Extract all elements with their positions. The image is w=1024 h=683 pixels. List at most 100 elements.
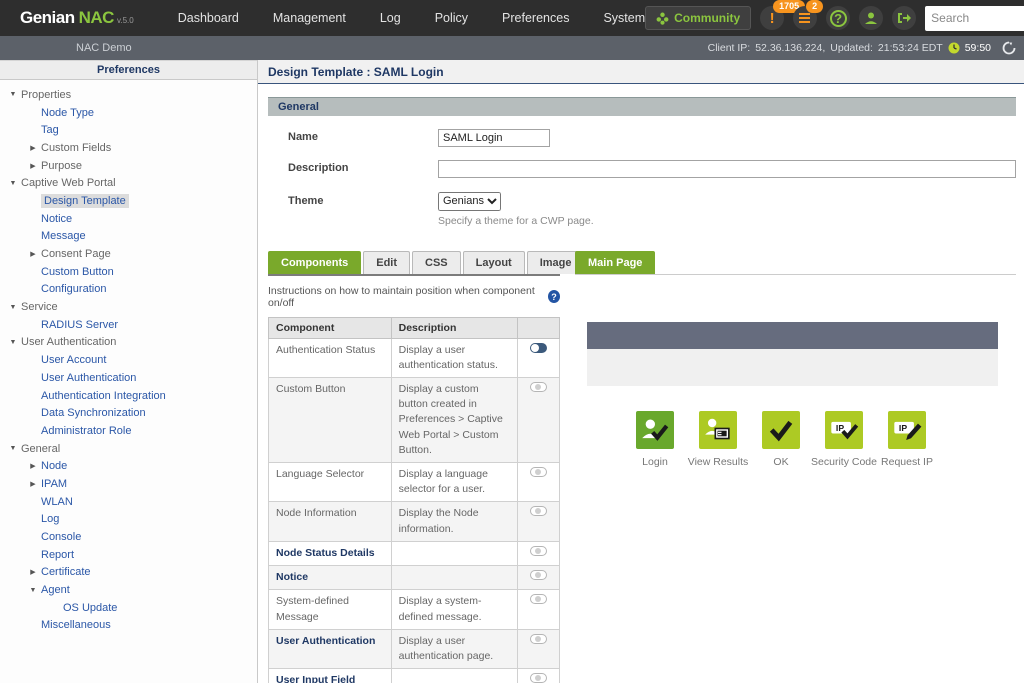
table-row: System-defined MessageDisplay a system-d… xyxy=(269,590,560,629)
sidebar-item-custom-fields[interactable]: ▶Custom Fields xyxy=(0,139,257,157)
tab-css[interactable]: CSS xyxy=(412,251,461,274)
preferences-sidebar: Preferences ▼PropertiesNode TypeTag▶Cust… xyxy=(0,60,258,683)
sidebar-item-label: Captive Web Portal xyxy=(21,177,116,189)
collapse-arrow-icon[interactable]: ▼ xyxy=(8,339,18,346)
sidebar-item-wlan[interactable]: WLAN xyxy=(0,493,257,511)
sidebar-item-certificate[interactable]: ▶Certificate xyxy=(0,564,257,582)
sidebar-item-consent-page[interactable]: ▶Consent Page xyxy=(0,245,257,263)
search-input[interactable] xyxy=(931,11,1024,25)
help-circle-icon[interactable]: ? xyxy=(548,290,560,303)
sidebar-item-user-authentication[interactable]: ▼User Authentication xyxy=(0,334,257,352)
preview-button-login[interactable]: Login xyxy=(635,411,675,468)
sidebar-item-custom-button[interactable]: Custom Button xyxy=(0,263,257,281)
toggle-language-selector-off[interactable] xyxy=(530,467,547,477)
messages-button[interactable]: 2 xyxy=(793,6,817,30)
preview-button-label: OK xyxy=(773,456,788,468)
sidebar-item-general[interactable]: ▼General xyxy=(0,440,257,458)
preview-button-label: Security Code xyxy=(811,456,877,468)
collapse-arrow-icon[interactable]: ▼ xyxy=(8,445,18,452)
sidebar-item-tag[interactable]: Tag xyxy=(0,121,257,139)
menu-log[interactable]: Log xyxy=(380,11,401,25)
sidebar-item-administrator-role[interactable]: Administrator Role xyxy=(0,422,257,440)
sidebar-item-node-type[interactable]: Node Type xyxy=(0,104,257,122)
user-icon xyxy=(864,11,878,25)
sidebar-item-design-template[interactable]: Design Template xyxy=(0,192,257,210)
toggle-user-input-field-off[interactable] xyxy=(530,673,547,683)
tab-layout[interactable]: Layout xyxy=(463,251,525,274)
sidebar-item-properties[interactable]: ▼Properties xyxy=(0,86,257,104)
expand-arrow-icon[interactable]: ▶ xyxy=(28,144,38,152)
toggle-system-defined-message-off[interactable] xyxy=(530,594,547,604)
sidebar-item-message[interactable]: Message xyxy=(0,228,257,246)
table-row: User Input Field xyxy=(269,669,560,683)
sidebar-item-log[interactable]: Log xyxy=(0,511,257,529)
sidebar-item-ipam[interactable]: ▶IPAM xyxy=(0,475,257,493)
logout-button[interactable] xyxy=(892,6,916,30)
collapse-arrow-icon[interactable]: ▼ xyxy=(8,304,18,311)
menu-policy[interactable]: Policy xyxy=(435,11,468,25)
toggle-notice-off[interactable] xyxy=(530,570,547,580)
collapse-arrow-icon[interactable]: ▼ xyxy=(28,587,38,594)
toggle-node-information-off[interactable] xyxy=(530,506,547,516)
sidebar-item-console[interactable]: Console xyxy=(0,528,257,546)
help-button[interactable]: ? xyxy=(826,6,850,30)
preview-tabs-underline xyxy=(575,274,1016,275)
tab-components[interactable]: Components xyxy=(268,251,361,274)
alerts-button[interactable]: ! 1705 xyxy=(760,6,784,30)
sidebar-item-miscellaneous[interactable]: Miscellaneous xyxy=(0,617,257,635)
menu-system[interactable]: System xyxy=(603,11,645,25)
sidebar-item-user-authentication[interactable]: User Authentication xyxy=(0,369,257,387)
topbar-right-tools: Community ! 1705 2 ? xyxy=(645,6,1024,31)
preview-button-security-code[interactable]: IPSecurity Code xyxy=(824,411,864,468)
component-description: Display a language selector for a user. xyxy=(391,463,518,502)
toggle-node-status-details-off[interactable] xyxy=(530,546,547,556)
preview-button-ok[interactable]: OK xyxy=(761,411,801,468)
sidebar-item-service[interactable]: ▼Service xyxy=(0,298,257,316)
sidebar-item-radius-server[interactable]: RADIUS Server xyxy=(0,316,257,334)
collapse-arrow-icon[interactable]: ▼ xyxy=(8,180,18,187)
component-toggle-cell xyxy=(518,566,560,590)
tab-edit[interactable]: Edit xyxy=(363,251,410,274)
sidebar-item-notice[interactable]: Notice xyxy=(0,210,257,228)
sidebar-item-os-update[interactable]: OS Update xyxy=(0,599,257,617)
sidebar-item-agent[interactable]: ▼Agent xyxy=(0,581,257,599)
component-name: Notice xyxy=(269,566,392,590)
preview-button-request-ip[interactable]: IPRequest IP xyxy=(887,411,927,468)
expand-arrow-icon[interactable]: ▶ xyxy=(28,480,38,488)
toggle-user-authentication-off[interactable] xyxy=(530,634,547,644)
toggle-authentication-status-on[interactable] xyxy=(530,343,547,353)
community-button[interactable]: Community xyxy=(645,6,751,30)
sidebar-item-user-account[interactable]: User Account xyxy=(0,351,257,369)
name-field[interactable] xyxy=(438,129,550,147)
refresh-icon[interactable] xyxy=(1002,41,1016,55)
login-icon xyxy=(636,411,674,449)
app-logo[interactable]: Genian NAC v.5.0 xyxy=(20,8,134,28)
preview-button-view-results[interactable]: View Results xyxy=(698,411,738,468)
expand-arrow-icon[interactable]: ▶ xyxy=(28,462,38,470)
menu-management[interactable]: Management xyxy=(273,11,346,25)
sidebar-item-configuration[interactable]: Configuration xyxy=(0,281,257,299)
sidebar-item-node[interactable]: ▶Node xyxy=(0,457,257,475)
component-toggle-cell xyxy=(518,377,560,462)
theme-select[interactable]: Genians xyxy=(438,192,501,211)
session-timer: 59:50 xyxy=(965,42,991,54)
description-field[interactable] xyxy=(438,160,1016,178)
sidebar-title: Preferences xyxy=(0,60,257,80)
tab-main-page[interactable]: Main Page xyxy=(575,251,655,274)
sidebar-item-data-synchronization[interactable]: Data Synchronization xyxy=(0,404,257,422)
menu-dashboard[interactable]: Dashboard xyxy=(178,11,239,25)
sidebar-item-label: Consent Page xyxy=(41,248,111,260)
sidebar-item-report[interactable]: Report xyxy=(0,546,257,564)
account-button[interactable] xyxy=(859,6,883,30)
sidebar-item-authentication-integration[interactable]: Authentication Integration xyxy=(0,387,257,405)
collapse-arrow-icon[interactable]: ▼ xyxy=(8,91,18,98)
sidebar-item-captive-web-portal[interactable]: ▼Captive Web Portal xyxy=(0,174,257,192)
toggle-custom-button-off[interactable] xyxy=(530,382,547,392)
expand-arrow-icon[interactable]: ▶ xyxy=(28,250,38,258)
table-row: Node InformationDisplay the Node informa… xyxy=(269,502,560,541)
menu-preferences[interactable]: Preferences xyxy=(502,11,569,25)
expand-arrow-icon[interactable]: ▶ xyxy=(28,568,38,576)
sidebar-item-purpose[interactable]: ▶Purpose xyxy=(0,157,257,175)
preview-button-label: Request IP xyxy=(881,456,933,468)
expand-arrow-icon[interactable]: ▶ xyxy=(28,162,38,170)
